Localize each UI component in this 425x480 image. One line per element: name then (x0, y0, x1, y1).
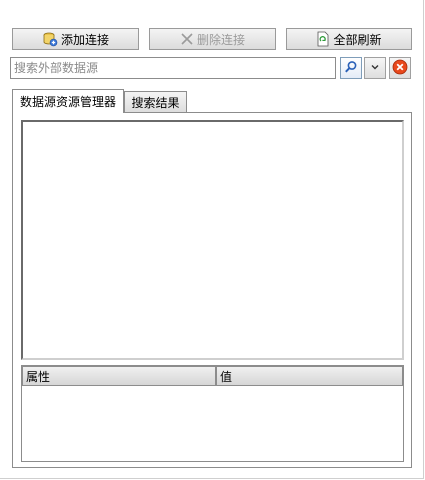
add-connection-button[interactable]: 添加连接 (12, 28, 139, 50)
document-refresh-icon (316, 31, 330, 47)
tab-search-results[interactable]: 搜索结果 (124, 91, 187, 113)
magnifier-icon (344, 60, 358, 77)
search-input[interactable] (10, 57, 336, 79)
refresh-all-button[interactable]: 全部刷新 (286, 28, 412, 50)
column-header-label: 值 (220, 369, 233, 384)
property-grid[interactable]: 属性 值 (21, 365, 404, 462)
search-button[interactable] (340, 57, 362, 79)
database-add-icon (42, 31, 58, 47)
tab-panel: 属性 值 (12, 112, 412, 468)
tab-data-source-explorer[interactable]: 数据源资源管理器 (12, 89, 124, 113)
clear-red-icon (392, 59, 408, 78)
window-frame: 添加连接 删除连接 全部刷新 搜索外部数据源 数据源资源管理器 搜索结果 属性 … (0, 0, 424, 479)
tab-label: 搜索结果 (131, 96, 180, 110)
add-connection-label: 添加连接 (60, 32, 109, 47)
delete-connection-button[interactable]: 删除连接 (149, 28, 276, 50)
data-source-tree-view[interactable] (21, 120, 404, 360)
column-header-property[interactable]: 属性 (22, 366, 216, 386)
column-header-value[interactable]: 值 (216, 366, 403, 386)
chevron-down-icon (370, 61, 380, 75)
refresh-all-label: 全部刷新 (333, 32, 382, 47)
column-header-label: 属性 (26, 369, 51, 384)
x-icon (180, 32, 194, 46)
delete-connection-label: 删除连接 (196, 32, 245, 47)
tab-label: 数据源资源管理器 (19, 95, 116, 109)
search-options-dropdown[interactable] (364, 57, 386, 79)
clear-search-button[interactable] (389, 57, 411, 79)
